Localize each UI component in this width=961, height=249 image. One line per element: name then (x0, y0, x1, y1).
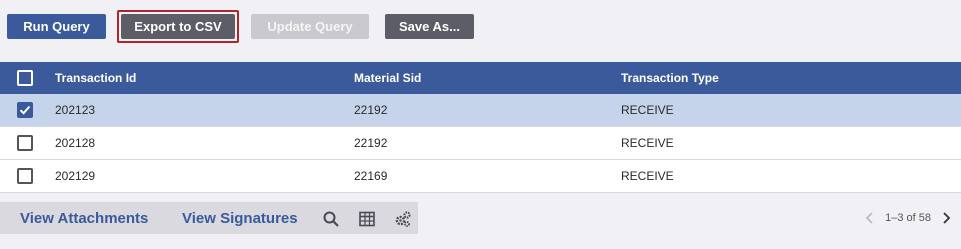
query-toolbar: Run Query Export to CSV Update Query Sav… (0, 0, 961, 60)
update-query-button[interactable]: Update Query (251, 14, 369, 39)
grid-header: Transaction Id Material Sid Transaction … (0, 62, 961, 94)
view-signatures-link[interactable]: View Signatures (182, 202, 298, 234)
checkmark-icon (19, 105, 31, 115)
export-to-csv-button[interactable]: Export to CSV (121, 14, 235, 39)
run-query-button[interactable]: Run Query (7, 14, 106, 39)
table-row[interactable]: 202128 22192 RECEIVE (0, 127, 961, 160)
save-as-button[interactable]: Save As... (385, 14, 474, 39)
cell-transaction-type: RECEIVE (621, 169, 674, 183)
chevron-right-icon[interactable] (939, 210, 953, 226)
select-all-checkbox[interactable] (17, 70, 33, 86)
column-header-material-sid[interactable]: Material Sid (354, 62, 421, 94)
search-icon[interactable] (322, 210, 340, 228)
grid-footer-actions: View Attachments View Signatures (0, 202, 418, 234)
table-row[interactable]: 202123 22192 RECEIVE (0, 94, 961, 127)
table-icon[interactable] (358, 210, 376, 228)
cell-material-sid: 22169 (354, 169, 388, 183)
pagination-range: 1–3 of 58 (885, 212, 931, 224)
transactions-grid: Transaction Id Material Sid Transaction … (0, 62, 961, 193)
cell-material-sid: 22192 (354, 136, 388, 150)
view-attachments-link[interactable]: View Attachments (20, 202, 148, 234)
row-checkbox[interactable] (17, 135, 33, 151)
cell-transaction-id: 202123 (55, 103, 96, 117)
row-checkbox[interactable] (17, 168, 33, 184)
row-checkbox[interactable] (17, 102, 33, 118)
table-row[interactable]: 202129 22169 RECEIVE (0, 160, 961, 193)
chevron-left-icon[interactable] (863, 210, 877, 226)
column-header-transaction-id[interactable]: Transaction Id (55, 62, 136, 94)
settings-gears-icon[interactable] (394, 210, 412, 228)
cell-material-sid: 22192 (354, 103, 388, 117)
cell-transaction-type: RECEIVE (621, 103, 674, 117)
column-header-transaction-type[interactable]: Transaction Type (621, 62, 719, 94)
cell-transaction-type: RECEIVE (621, 136, 674, 150)
pagination: 1–3 of 58 (863, 210, 953, 226)
cell-transaction-id: 202129 (55, 169, 96, 183)
cell-transaction-id: 202128 (55, 136, 96, 150)
